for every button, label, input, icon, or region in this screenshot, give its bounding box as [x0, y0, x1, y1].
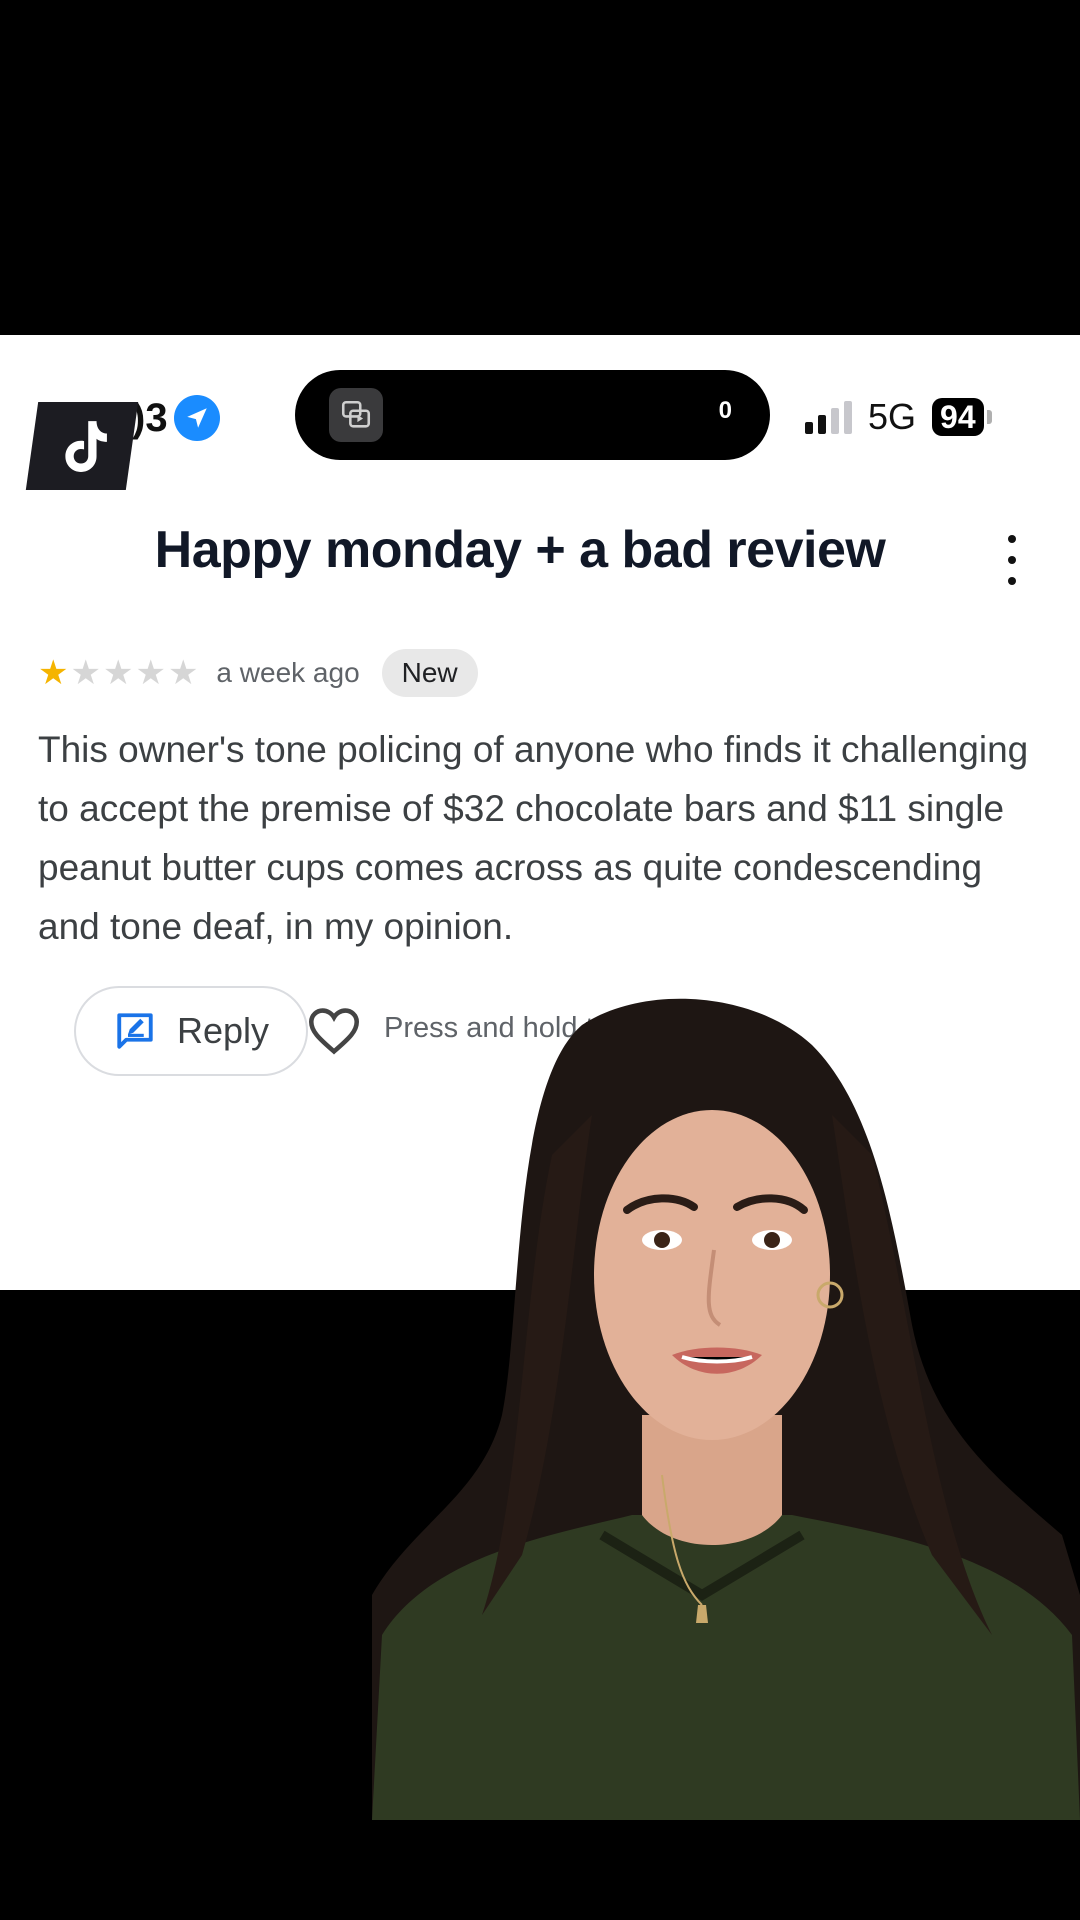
new-badge: New — [381, 649, 478, 697]
reply-icon — [117, 1013, 153, 1049]
island-counter: 0 — [718, 397, 732, 424]
star-icon: ★ — [102, 654, 134, 692]
star-rating: ★ ★ ★ ★ ★ — [38, 656, 198, 690]
tiktok-logo — [25, 402, 139, 490]
battery-tip — [986, 410, 992, 424]
reply-button[interactable]: Reply — [74, 986, 308, 1076]
star-icon: ★ — [135, 654, 166, 692]
reply-label: Reply — [176, 1010, 270, 1051]
star-icon: ★ — [70, 654, 101, 692]
more-vertical-icon[interactable] — [1002, 535, 1022, 585]
status-time: )3 — [132, 393, 220, 443]
signal-icon — [805, 400, 852, 434]
review-meta: ★ ★ ★ ★ ★ a week ago New — [38, 648, 478, 698]
battery-indicator: 94 — [932, 398, 992, 436]
network-type: 5G — [868, 396, 917, 437]
battery-level: 94 — [932, 398, 984, 436]
status-indicators: 5G 94 — [805, 392, 992, 442]
heart-icon[interactable] — [306, 1006, 362, 1056]
location-arrow-icon — [173, 395, 220, 441]
star-icon: ★ — [167, 654, 199, 692]
dynamic-island[interactable]: 0 — [295, 370, 770, 460]
review-body: This owner's tone policing of anyone who… — [38, 729, 1029, 947]
review-time: a week ago — [216, 657, 360, 688]
page-title: Happy monday + a bad review — [154, 521, 886, 579]
screen-mirror-icon — [329, 388, 383, 442]
star-icon: ★ — [38, 654, 69, 692]
presenter-video — [372, 998, 1080, 1820]
